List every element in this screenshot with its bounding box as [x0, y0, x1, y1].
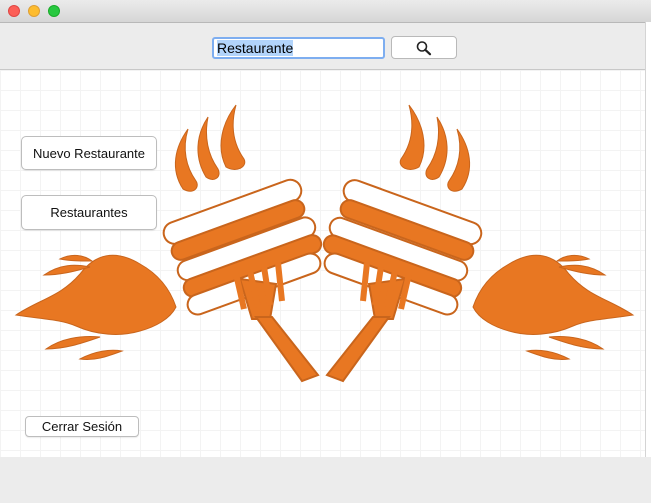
- minimize-window-button[interactable]: [28, 5, 40, 17]
- search-input-text: Restaurante: [217, 40, 294, 56]
- new-restaurant-label: Nuevo Restaurante: [32, 145, 145, 161]
- search-button[interactable]: [391, 36, 457, 59]
- window-right-edge: [645, 22, 651, 458]
- title-bar: [0, 0, 651, 23]
- left-torch: [162, 178, 323, 383]
- restaurants-label: Restaurantes: [50, 205, 128, 220]
- restaurants-button[interactable]: Restaurantes: [21, 195, 157, 230]
- close-window-button[interactable]: [8, 5, 20, 17]
- logout-label: Cerrar Sesión: [41, 419, 123, 434]
- torch-forks-logo: [14, 104, 635, 383]
- search-input[interactable]: Restaurante: [212, 37, 385, 59]
- window-footer: [0, 457, 651, 503]
- new-restaurant-button[interactable]: Nuevo Restaurante: [21, 136, 157, 170]
- logout-button[interactable]: Cerrar Sesión: [25, 416, 139, 437]
- left-wing-flame: [14, 254, 177, 335]
- right-wing-flame: [472, 254, 635, 335]
- right-torch: [322, 179, 483, 383]
- magnifier-icon: [416, 40, 432, 55]
- zoom-window-button[interactable]: [48, 5, 60, 17]
